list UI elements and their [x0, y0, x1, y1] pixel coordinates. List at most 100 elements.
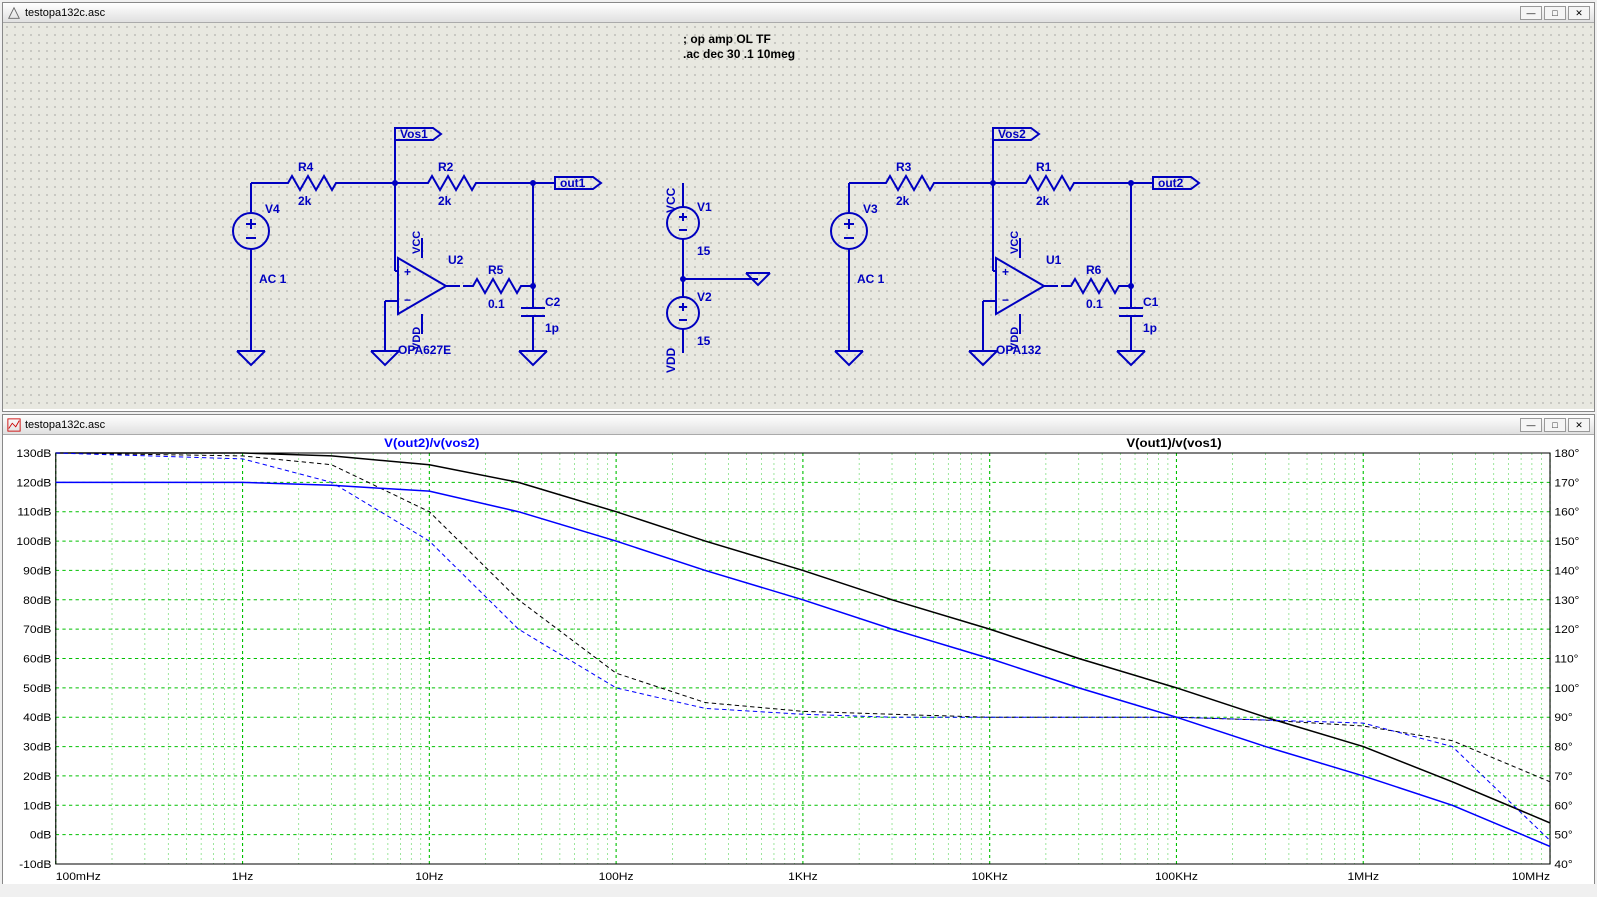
svg-text:AC 1: AC 1 — [259, 272, 287, 286]
component-V4[interactable]: V4 AC 1 — [233, 183, 287, 351]
svg-text:100dB: 100dB — [16, 537, 51, 548]
svg-text:110dB: 110dB — [17, 507, 51, 518]
svg-text:2k: 2k — [438, 194, 452, 208]
ground-icon — [237, 351, 265, 365]
svg-text:VCC: VCC — [1009, 231, 1021, 254]
svg-text:10MHz: 10MHz — [1512, 871, 1551, 882]
netlabel-out1[interactable]: out1 — [555, 176, 601, 190]
svg-text:1p: 1p — [545, 321, 559, 335]
svg-text:90dB: 90dB — [23, 566, 52, 577]
svg-text:2k: 2k — [298, 194, 312, 208]
schematic-title: testopa132c.asc — [25, 7, 105, 19]
maximize-button[interactable]: □ — [1544, 418, 1566, 432]
svg-text:90°: 90° — [1554, 713, 1572, 724]
svg-text:Vos1: Vos1 — [400, 127, 428, 141]
component-R3[interactable]: R3 2k — [871, 160, 949, 208]
component-R2[interactable]: R2 2k — [413, 160, 491, 208]
svg-text:−: − — [404, 293, 411, 307]
svg-text:30dB: 30dB — [23, 742, 52, 753]
svg-text:160°: 160° — [1554, 507, 1579, 518]
spice-comment[interactable]: ; op amp OL TF — [683, 32, 771, 46]
component-C1[interactable]: C1 1p — [1119, 286, 1159, 351]
trace-legend-1[interactable]: V(out2)/v(vos2) — [384, 437, 479, 450]
svg-text:0dB: 0dB — [30, 830, 52, 841]
minimize-button[interactable]: — — [1520, 418, 1542, 432]
svg-text:VCC: VCC — [411, 231, 423, 254]
ground-icon — [835, 351, 863, 365]
netlabel-out2[interactable]: out2 — [1153, 176, 1199, 190]
svg-text:120dB: 120dB — [16, 478, 51, 489]
svg-text:10dB: 10dB — [23, 801, 52, 812]
svg-text:80°: 80° — [1554, 742, 1572, 753]
svg-text:120°: 120° — [1554, 625, 1579, 636]
close-button[interactable]: ✕ — [1568, 418, 1590, 432]
trace-legend-2[interactable]: V(out1)/v(vos1) — [1126, 437, 1221, 450]
schematic-window: testopa132c.asc — □ ✕ ; op amp OL TF .ac… — [2, 2, 1595, 412]
component-U1[interactable]: + − U1 OPA132 VCC VDD — [993, 231, 1062, 357]
component-V2[interactable]: V2 15 — [667, 279, 712, 348]
svg-text:V1: V1 — [697, 200, 712, 214]
app-icon — [7, 6, 21, 20]
svg-text:1p: 1p — [1143, 321, 1157, 335]
component-R6[interactable]: R6 0.1 — [1061, 263, 1129, 311]
svg-text:U2: U2 — [448, 253, 464, 267]
svg-text:2k: 2k — [1036, 194, 1050, 208]
power-supplies: VCC V1 15 V2 — [664, 183, 770, 373]
maximize-button[interactable]: □ — [1544, 6, 1566, 20]
svg-text:140°: 140° — [1554, 566, 1579, 577]
svg-text:20dB: 20dB — [23, 771, 52, 782]
schematic-canvas[interactable]: ; op amp OL TF .ac dec 30 .1 10meg Vos1 … — [3, 23, 1594, 409]
component-R5[interactable]: R5 0.1 — [463, 263, 531, 311]
svg-text:−: − — [1002, 293, 1009, 307]
svg-text:+: + — [1002, 265, 1009, 279]
svg-text:R4: R4 — [298, 160, 314, 174]
svg-text:0.1: 0.1 — [488, 297, 505, 311]
svg-text:Vos2: Vos2 — [998, 127, 1026, 141]
component-R4[interactable]: R4 2k — [273, 160, 351, 208]
netlabel-vos1[interactable]: Vos1 — [395, 127, 441, 183]
svg-text:1MHz: 1MHz — [1347, 871, 1379, 882]
minimize-button[interactable]: — — [1520, 6, 1542, 20]
svg-text:VDD: VDD — [1009, 327, 1021, 350]
plot-window: testopa132c.asc — □ ✕ 130dB180°120dB170°… — [2, 414, 1595, 884]
svg-text:130dB: 130dB — [16, 448, 51, 459]
svg-text:1Hz: 1Hz — [232, 871, 254, 882]
svg-text:130°: 130° — [1554, 595, 1579, 606]
svg-text:out1: out1 — [560, 176, 586, 190]
plot-title: testopa132c.asc — [25, 419, 105, 431]
spice-directive-ac[interactable]: .ac dec 30 .1 10meg — [683, 47, 795, 61]
svg-text:15: 15 — [697, 334, 711, 348]
svg-text:150°: 150° — [1554, 537, 1579, 548]
svg-text:100mHz: 100mHz — [56, 871, 101, 882]
component-C2[interactable]: C2 1p — [521, 286, 561, 351]
netlabel-vos2[interactable]: Vos2 — [993, 127, 1039, 183]
component-R1[interactable]: R1 2k — [1011, 160, 1089, 208]
ground-icon — [519, 351, 547, 365]
ground-icon — [1117, 351, 1145, 365]
svg-text:60dB: 60dB — [23, 654, 52, 665]
close-button[interactable]: ✕ — [1568, 6, 1590, 20]
svg-text:180°: 180° — [1554, 448, 1579, 459]
svg-text:+: + — [404, 265, 411, 279]
svg-text:10Hz: 10Hz — [415, 871, 443, 882]
ground-icon — [969, 351, 997, 365]
svg-text:50dB: 50dB — [23, 683, 52, 694]
component-V3[interactable]: V3 AC 1 — [831, 183, 885, 351]
ground-icon — [371, 351, 399, 365]
svg-text:out2: out2 — [1158, 176, 1184, 190]
svg-text:100°: 100° — [1554, 683, 1579, 694]
svg-text:70dB: 70dB — [23, 625, 52, 636]
circuit-left: Vos1 R4 2k R2 2k — [233, 127, 601, 365]
svg-text:15: 15 — [697, 244, 711, 258]
svg-text:C1: C1 — [1143, 295, 1159, 309]
svg-text:1KHz: 1KHz — [788, 871, 818, 882]
svg-text:AC 1: AC 1 — [857, 272, 885, 286]
circuit-right: Vos2 R3 2k R1 2k — [831, 127, 1199, 365]
plot-canvas[interactable]: 130dB180°120dB170°110dB160°100dB150°90dB… — [3, 435, 1594, 884]
svg-text:C2: C2 — [545, 295, 561, 309]
svg-text:100Hz: 100Hz — [599, 871, 634, 882]
svg-text:10KHz: 10KHz — [972, 871, 1008, 882]
component-U2[interactable]: + − U2 OPA627E VCC VDD — [395, 231, 464, 357]
svg-text:U1: U1 — [1046, 253, 1062, 267]
svg-text:40°: 40° — [1554, 859, 1572, 870]
